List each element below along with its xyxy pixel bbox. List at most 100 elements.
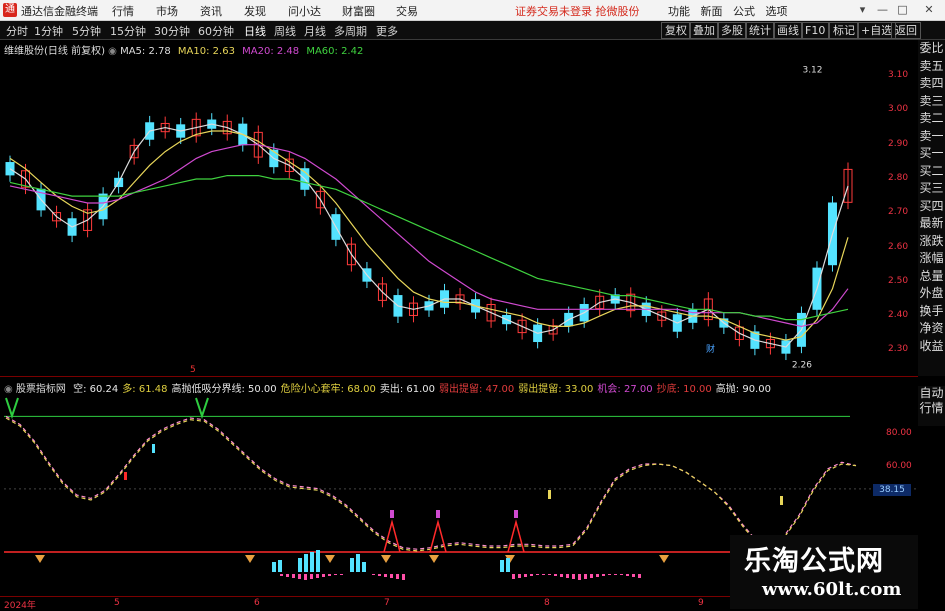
histogram-bar xyxy=(384,574,387,577)
side-label[interactable]: 买一 xyxy=(918,145,945,163)
menu-item-quotes[interactable]: 行情 xyxy=(112,3,134,19)
quote-button[interactable]: 行情 xyxy=(918,401,945,416)
side-label[interactable]: 涨跌 xyxy=(918,233,945,251)
menu-item-market[interactable]: 市场 xyxy=(156,3,178,19)
close-icon[interactable]: ✕ xyxy=(915,2,943,17)
price-tick-label: 3.00 xyxy=(888,104,909,115)
date-tick-label: 2024年 xyxy=(4,601,36,611)
histogram-bar xyxy=(542,574,545,575)
date-tick-label: 7 xyxy=(384,598,390,608)
histogram-bar xyxy=(280,574,283,576)
signal-tick xyxy=(548,490,551,499)
minimize-icon[interactable]: — xyxy=(875,2,890,17)
menu-item-ask[interactable]: 问小达 xyxy=(288,3,321,19)
menu-item-discover[interactable]: 发现 xyxy=(244,3,266,19)
period-multi[interactable]: 多周期 xyxy=(334,23,367,39)
price-tick-label: 2.90 xyxy=(888,138,909,149)
period-monthly[interactable]: 月线 xyxy=(304,23,326,39)
triangle-marker xyxy=(381,555,391,563)
dropdown-icon[interactable]: ▾ xyxy=(855,2,870,17)
date-tick-label: 9 xyxy=(698,598,704,608)
histogram-bar xyxy=(602,574,605,576)
period-30min[interactable]: 30分钟 xyxy=(154,23,190,39)
period-1min[interactable]: 1分钟 xyxy=(34,23,63,39)
maximize-icon[interactable]: □ xyxy=(895,2,910,17)
histogram-bar xyxy=(590,574,593,578)
side-label[interactable]: 外盘 xyxy=(918,285,945,303)
histogram-bar xyxy=(298,574,301,579)
candlestick-chart[interactable]: 3.12 2.26 5 财 xyxy=(0,54,918,376)
side-label[interactable]: 买三 xyxy=(918,180,945,198)
histogram-bar xyxy=(334,574,337,575)
buy-signal-bar xyxy=(436,510,440,518)
period-5min[interactable]: 5分钟 xyxy=(72,23,101,39)
indicator-current-value: 38.15 xyxy=(873,484,911,496)
side-label[interactable]: 最新 xyxy=(918,215,945,233)
menu-item-news[interactable]: 资讯 xyxy=(200,3,222,19)
back-button[interactable]: 返回 xyxy=(891,22,921,39)
login-notice[interactable]: 证券交易未登录 抢微股份 xyxy=(515,3,640,19)
adjust-button[interactable]: 复权 xyxy=(661,22,691,39)
low-price-label: 2.26 xyxy=(792,361,812,371)
watermark-title: 乐淘公式网 xyxy=(744,546,884,577)
triangle-marker xyxy=(325,555,335,563)
side-label[interactable]: 卖三 xyxy=(918,93,945,111)
mark-button[interactable]: 标记 xyxy=(829,22,859,39)
side-label[interactable]: 买二 xyxy=(918,163,945,181)
side-label[interactable]: 卖四 xyxy=(918,75,945,93)
side-label[interactable]: 卖五 xyxy=(918,58,945,76)
side-label[interactable]: 涨幅 xyxy=(918,250,945,268)
price-tick-label: 2.70 xyxy=(888,207,909,218)
auto-button[interactable]: 自动 xyxy=(918,386,945,401)
histogram-bar xyxy=(396,574,399,579)
side-label[interactable]: 卖二 xyxy=(918,110,945,128)
period-intraday[interactable]: 分时 xyxy=(6,23,28,39)
period-weekly[interactable]: 周线 xyxy=(274,23,296,39)
histogram-bar xyxy=(272,562,276,572)
tool-new-page[interactable]: 新面 xyxy=(701,3,723,19)
histogram-bar xyxy=(340,574,343,575)
app-logo-icon: 通 xyxy=(3,3,17,17)
finance-marker: 财 xyxy=(706,343,715,355)
menu-item-wealth[interactable]: 财富圈 xyxy=(342,3,375,19)
histogram-bar xyxy=(608,574,611,575)
histogram-bar xyxy=(316,574,319,578)
side-label[interactable]: 换手 xyxy=(918,303,945,321)
triangle-marker xyxy=(35,555,45,563)
overlay-button[interactable]: 叠加 xyxy=(689,22,719,39)
side-label[interactable]: 收益 xyxy=(918,338,945,356)
period-15min[interactable]: 15分钟 xyxy=(110,23,146,39)
histogram-bar xyxy=(560,574,563,577)
price-tick-label: 2.30 xyxy=(888,344,909,355)
period-60min[interactable]: 60分钟 xyxy=(198,23,234,39)
triangle-marker xyxy=(245,555,255,563)
bottom-signal-spike xyxy=(429,519,447,553)
bottom-signal-spike xyxy=(507,519,525,553)
histogram-bar xyxy=(362,562,366,572)
side-label[interactable]: 买四 xyxy=(918,198,945,216)
histogram-bar xyxy=(572,574,575,579)
indicator-tick-label: 80.00 xyxy=(886,427,912,438)
side-label[interactable]: 总量 xyxy=(918,268,945,286)
side-label[interactable]: 委比 xyxy=(918,40,945,58)
side-label[interactable]: 净资 xyxy=(918,320,945,338)
histogram-bar xyxy=(322,574,325,577)
draw-button[interactable]: 画线 xyxy=(773,22,803,39)
tool-function[interactable]: 功能 xyxy=(668,3,690,19)
quote-side-panel: 委比 卖五 卖四 卖三 卖二 卖一 买一 买二 买三 买四 最新 涨跌 涨幅 总量 外盘 换手 净资 收益 xyxy=(918,40,945,376)
histogram-bar xyxy=(626,574,629,576)
menu-item-trade[interactable]: 交易 xyxy=(396,3,418,19)
period-more[interactable]: 更多 xyxy=(376,23,398,39)
histogram-bar xyxy=(298,558,302,572)
histogram-bar xyxy=(566,574,569,578)
tool-options[interactable]: 选项 xyxy=(766,3,788,19)
multi-stock-button[interactable]: 多股 xyxy=(717,22,747,39)
tool-formula[interactable]: 公式 xyxy=(733,3,755,19)
histogram-bar xyxy=(350,558,354,572)
price-tick-label: 2.80 xyxy=(888,173,909,183)
period-daily[interactable]: 日线 xyxy=(244,23,266,39)
stats-button[interactable]: 统计 xyxy=(745,22,775,39)
side-label[interactable]: 卖一 xyxy=(918,128,945,146)
f10-button[interactable]: F10 xyxy=(801,22,830,39)
histogram-bar xyxy=(390,574,393,578)
